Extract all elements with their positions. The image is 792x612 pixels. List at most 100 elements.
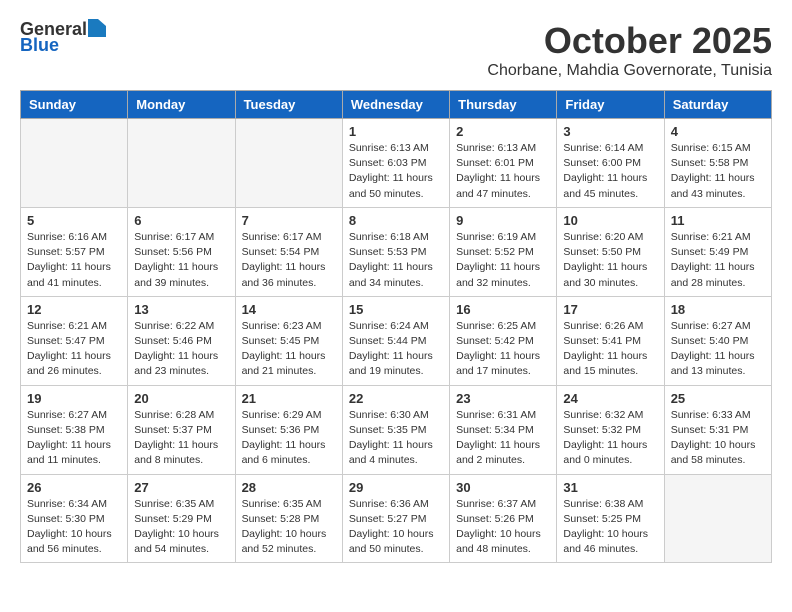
- day-number: 10: [563, 213, 657, 228]
- day-info: Sunrise: 6:30 AM Sunset: 5:35 PM Dayligh…: [349, 408, 443, 469]
- calendar-cell: [664, 474, 771, 563]
- calendar-cell: 17 Sunrise: 6:26 AM Sunset: 5:41 PM Dayli…: [557, 296, 664, 385]
- calendar-cell: 7 Sunrise: 6:17 AM Sunset: 5:54 PM Daylig…: [235, 207, 342, 296]
- weekday-header-monday: Monday: [128, 91, 235, 119]
- calendar-cell: 8 Sunrise: 6:18 AM Sunset: 5:53 PM Daylig…: [342, 207, 449, 296]
- day-info: Sunrise: 6:29 AM Sunset: 5:36 PM Dayligh…: [242, 408, 336, 469]
- weekday-header-wednesday: Wednesday: [342, 91, 449, 119]
- calendar-cell: 2 Sunrise: 6:13 AM Sunset: 6:01 PM Daylig…: [450, 119, 557, 208]
- calendar-cell: 5 Sunrise: 6:16 AM Sunset: 5:57 PM Daylig…: [21, 207, 128, 296]
- day-info: Sunrise: 6:35 AM Sunset: 5:29 PM Dayligh…: [134, 497, 228, 558]
- day-number: 25: [671, 391, 765, 406]
- day-number: 21: [242, 391, 336, 406]
- day-info: Sunrise: 6:19 AM Sunset: 5:52 PM Dayligh…: [456, 230, 550, 291]
- day-info: Sunrise: 6:38 AM Sunset: 5:25 PM Dayligh…: [563, 497, 657, 558]
- calendar-cell: 11 Sunrise: 6:21 AM Sunset: 5:49 PM Dayli…: [664, 207, 771, 296]
- day-number: 16: [456, 302, 550, 317]
- calendar-cell: 21 Sunrise: 6:29 AM Sunset: 5:36 PM Dayli…: [235, 385, 342, 474]
- calendar-cell: 15Sunrise: 6:24 AM Sunset: 5:44 PM Dayli…: [342, 296, 449, 385]
- weekday-header-tuesday: Tuesday: [235, 91, 342, 119]
- day-info: Sunrise: 6:20 AM Sunset: 5:50 PM Dayligh…: [563, 230, 657, 291]
- day-number: 7: [242, 213, 336, 228]
- day-number: 27: [134, 480, 228, 495]
- day-number: 24: [563, 391, 657, 406]
- calendar-cell: 24 Sunrise: 6:32 AM Sunset: 5:32 PM Dayli…: [557, 385, 664, 474]
- subtitle: Chorbane, Mahdia Governorate, Tunisia: [487, 62, 772, 80]
- calendar-cell: 30Sunrise: 6:37 AM Sunset: 5:26 PM Dayli…: [450, 474, 557, 563]
- day-info: Sunrise: 6:18 AM Sunset: 5:53 PM Dayligh…: [349, 230, 443, 291]
- week-row-1: 1 Sunrise: 6:13 AM Sunset: 6:03 PM Daylig…: [21, 119, 772, 208]
- week-row-3: 12Sunrise: 6:21 AM Sunset: 5:47 PM Dayli…: [21, 296, 772, 385]
- week-row-2: 5 Sunrise: 6:16 AM Sunset: 5:57 PM Daylig…: [21, 207, 772, 296]
- day-number: 2: [456, 124, 550, 139]
- day-info: Sunrise: 6:34 AM Sunset: 5:30 PM Dayligh…: [27, 497, 121, 558]
- day-info: Sunrise: 6:33 AM Sunset: 5:31 PM Dayligh…: [671, 408, 765, 469]
- day-number: 19: [27, 391, 121, 406]
- day-info: Sunrise: 6:14 AM Sunset: 6:00 PM Dayligh…: [563, 141, 657, 202]
- calendar-cell: 22 Sunrise: 6:30 AM Sunset: 5:35 PM Dayli…: [342, 385, 449, 474]
- week-row-4: 19 Sunrise: 6:27 AM Sunset: 5:38 PM Dayli…: [21, 385, 772, 474]
- day-info: Sunrise: 6:17 AM Sunset: 5:56 PM Dayligh…: [134, 230, 228, 291]
- day-number: 18: [671, 302, 765, 317]
- day-info: Sunrise: 6:32 AM Sunset: 5:32 PM Dayligh…: [563, 408, 657, 469]
- day-number: 17: [563, 302, 657, 317]
- day-number: 14: [242, 302, 336, 317]
- calendar-cell: 29 Sunrise: 6:36 AM Sunset: 5:27 PM Dayli…: [342, 474, 449, 563]
- calendar-cell: 1 Sunrise: 6:13 AM Sunset: 6:03 PM Daylig…: [342, 119, 449, 208]
- day-info: Sunrise: 6:21 AM Sunset: 5:47 PM Dayligh…: [27, 319, 121, 380]
- weekday-header-saturday: Saturday: [664, 91, 771, 119]
- day-info: Sunrise: 6:15 AM Sunset: 5:58 PM Dayligh…: [671, 141, 765, 202]
- calendar-cell: 28Sunrise: 6:35 AM Sunset: 5:28 PM Dayli…: [235, 474, 342, 563]
- calendar-cell: [128, 119, 235, 208]
- page-header: General Blue October 2025 Chorbane, Mahd…: [20, 20, 772, 80]
- week-row-5: 26 Sunrise: 6:34 AM Sunset: 5:30 PM Dayli…: [21, 474, 772, 563]
- calendar-cell: 9Sunrise: 6:19 AM Sunset: 5:52 PM Daylig…: [450, 207, 557, 296]
- calendar: SundayMondayTuesdayWednesdayThursdayFrid…: [20, 90, 772, 563]
- day-info: Sunrise: 6:27 AM Sunset: 5:38 PM Dayligh…: [27, 408, 121, 469]
- calendar-cell: 13Sunrise: 6:22 AM Sunset: 5:46 PM Dayli…: [128, 296, 235, 385]
- calendar-cell: 20Sunrise: 6:28 AM Sunset: 5:37 PM Dayli…: [128, 385, 235, 474]
- calendar-cell: 6 Sunrise: 6:17 AM Sunset: 5:56 PM Daylig…: [128, 207, 235, 296]
- calendar-cell: 12Sunrise: 6:21 AM Sunset: 5:47 PM Dayli…: [21, 296, 128, 385]
- weekday-header-row: SundayMondayTuesdayWednesdayThursdayFrid…: [21, 91, 772, 119]
- logo-icon: [88, 19, 106, 37]
- day-info: Sunrise: 6:17 AM Sunset: 5:54 PM Dayligh…: [242, 230, 336, 291]
- day-number: 6: [134, 213, 228, 228]
- day-number: 22: [349, 391, 443, 406]
- day-info: Sunrise: 6:24 AM Sunset: 5:44 PM Dayligh…: [349, 319, 443, 380]
- day-number: 8: [349, 213, 443, 228]
- calendar-cell: 19 Sunrise: 6:27 AM Sunset: 5:38 PM Dayli…: [21, 385, 128, 474]
- day-info: Sunrise: 6:23 AM Sunset: 5:45 PM Dayligh…: [242, 319, 336, 380]
- calendar-cell: 23 Sunrise: 6:31 AM Sunset: 5:34 PM Dayli…: [450, 385, 557, 474]
- day-info: Sunrise: 6:13 AM Sunset: 6:01 PM Dayligh…: [456, 141, 550, 202]
- day-number: 23: [456, 391, 550, 406]
- day-info: Sunrise: 6:27 AM Sunset: 5:40 PM Dayligh…: [671, 319, 765, 380]
- weekday-header-sunday: Sunday: [21, 91, 128, 119]
- logo: General Blue: [20, 20, 106, 54]
- day-info: Sunrise: 6:21 AM Sunset: 5:49 PM Dayligh…: [671, 230, 765, 291]
- calendar-cell: 25 Sunrise: 6:33 AM Sunset: 5:31 PM Dayli…: [664, 385, 771, 474]
- day-number: 11: [671, 213, 765, 228]
- day-number: 20: [134, 391, 228, 406]
- day-number: 1: [349, 124, 443, 139]
- logo-blue: Blue: [20, 36, 59, 54]
- day-number: 5: [27, 213, 121, 228]
- calendar-cell: 31 Sunrise: 6:38 AM Sunset: 5:25 PM Dayli…: [557, 474, 664, 563]
- day-info: Sunrise: 6:13 AM Sunset: 6:03 PM Dayligh…: [349, 141, 443, 202]
- day-number: 13: [134, 302, 228, 317]
- month-title: October 2025: [487, 20, 772, 62]
- day-info: Sunrise: 6:25 AM Sunset: 5:42 PM Dayligh…: [456, 319, 550, 380]
- day-number: 3: [563, 124, 657, 139]
- day-number: 31: [563, 480, 657, 495]
- day-info: Sunrise: 6:16 AM Sunset: 5:57 PM Dayligh…: [27, 230, 121, 291]
- calendar-cell: 3 Sunrise: 6:14 AM Sunset: 6:00 PM Daylig…: [557, 119, 664, 208]
- calendar-cell: 26 Sunrise: 6:34 AM Sunset: 5:30 PM Dayli…: [21, 474, 128, 563]
- calendar-cell: [235, 119, 342, 208]
- day-info: Sunrise: 6:31 AM Sunset: 5:34 PM Dayligh…: [456, 408, 550, 469]
- day-info: Sunrise: 6:26 AM Sunset: 5:41 PM Dayligh…: [563, 319, 657, 380]
- title-section: October 2025 Chorbane, Mahdia Governorat…: [487, 20, 772, 80]
- day-number: 26: [27, 480, 121, 495]
- day-number: 29: [349, 480, 443, 495]
- day-number: 28: [242, 480, 336, 495]
- day-info: Sunrise: 6:36 AM Sunset: 5:27 PM Dayligh…: [349, 497, 443, 558]
